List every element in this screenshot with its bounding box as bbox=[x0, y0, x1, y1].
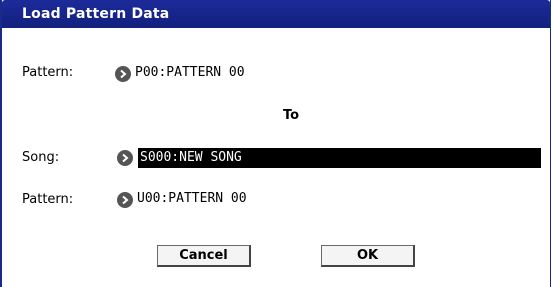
destination-pattern-label: Pattern: bbox=[22, 192, 74, 207]
load-pattern-dialog: Load Pattern Data Pattern: P00:PATTERN 0… bbox=[0, 0, 551, 287]
destination-pattern-popup-arrow-icon[interactable] bbox=[117, 192, 133, 208]
dialog-title: Load Pattern Data bbox=[22, 6, 170, 22]
ok-button[interactable]: OK bbox=[321, 245, 415, 267]
source-pattern-value[interactable]: P00:PATTERN 00 bbox=[135, 63, 245, 83]
to-separator-label: To bbox=[283, 108, 300, 123]
destination-pattern-value[interactable]: U00:PATTERN 00 bbox=[137, 189, 247, 209]
source-pattern-popup-arrow-icon[interactable] bbox=[115, 66, 131, 82]
song-value-field[interactable]: S000:NEW SONG bbox=[138, 148, 541, 168]
song-popup-arrow-icon[interactable] bbox=[117, 150, 133, 166]
dialog-titlebar: Load Pattern Data bbox=[2, 0, 550, 28]
cancel-button[interactable]: Cancel bbox=[157, 245, 251, 267]
source-pattern-label: Pattern: bbox=[22, 65, 74, 80]
song-label: Song: bbox=[22, 150, 60, 165]
